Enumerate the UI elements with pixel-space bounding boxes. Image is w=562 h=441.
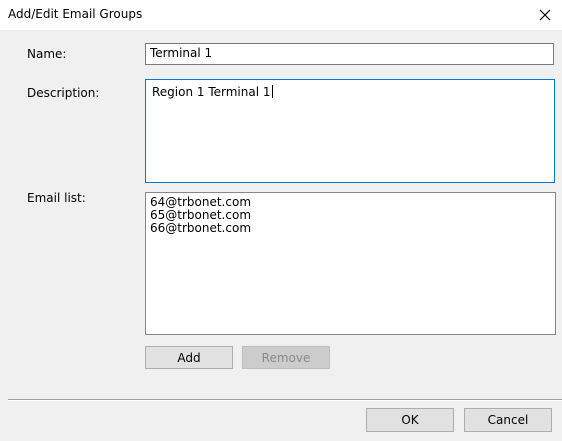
email-list-label: Email list: <box>27 191 86 205</box>
name-field-value: Terminal 1 <box>150 46 213 60</box>
description-label: Description: <box>27 86 100 100</box>
ok-button[interactable]: OK <box>366 408 454 432</box>
text-caret <box>271 85 273 98</box>
description-field[interactable]: Region 1 Terminal 1 <box>145 79 555 183</box>
title-bar: Add/Edit Email Groups <box>0 0 562 30</box>
window-title: Add/Edit Email Groups <box>8 7 143 21</box>
list-item[interactable]: 66@trbonet.com <box>150 222 551 235</box>
email-list[interactable]: 64@trbonet.com 65@trbonet.com 66@trbonet… <box>145 192 556 335</box>
name-label: Name: <box>27 47 67 61</box>
close-icon <box>539 9 551 21</box>
remove-button[interactable]: Remove <box>242 346 330 369</box>
description-field-value: Region 1 Terminal 1 <box>152 85 271 99</box>
separator <box>8 399 562 401</box>
name-field[interactable]: Terminal 1 <box>145 43 554 65</box>
close-button[interactable] <box>528 0 562 30</box>
add-button[interactable]: Add <box>145 346 233 369</box>
dialog-body: Name: Terminal 1 Description: Region 1 T… <box>0 30 562 441</box>
cancel-button[interactable]: Cancel <box>464 408 552 432</box>
